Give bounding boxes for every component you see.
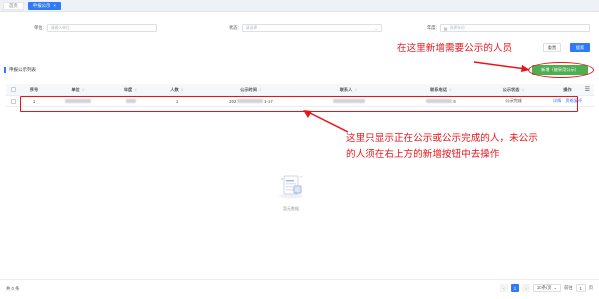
unit-field: 单位: 请输入单位 xyxy=(34,24,157,32)
search-button[interactable]: 搜索 xyxy=(570,43,590,52)
page: 首页 申报公示 × 单位: 请输入单位 状态: 请选择 ⌄ 年度: ▦ 选择年份… xyxy=(0,0,599,299)
goto-label: 前往 xyxy=(564,285,573,290)
year-picker[interactable]: ▦ 选择年份 xyxy=(439,24,590,32)
col-phone[interactable]: 联系电话 ⇕ xyxy=(396,84,486,95)
col-year[interactable]: 年度 ⇕ xyxy=(108,84,153,95)
search-label: 搜索 xyxy=(575,44,585,50)
col-time[interactable]: 公示时间 ⇕ xyxy=(201,84,301,95)
prev-page-icon[interactable]: ‹ xyxy=(499,284,508,292)
empty-state: 暂无数据 xyxy=(271,170,311,212)
annotation-arrow-icon xyxy=(473,61,530,72)
next-page-icon[interactable]: › xyxy=(521,284,530,292)
pager: ‹ 1 › 10条/页 ⌄ 前往 1 页 xyxy=(499,284,593,292)
tab-home[interactable]: 首页 xyxy=(3,1,24,10)
year-label: 年度: xyxy=(427,25,437,30)
column-settings-icon[interactable]: ☰ xyxy=(585,86,590,93)
title-accent xyxy=(4,67,6,73)
unit-placeholder: 请输入单位 xyxy=(50,25,70,30)
pagination-bar: 共 0 条 ‹ 1 › 10条/页 ⌄ 前往 1 页 xyxy=(0,279,599,299)
annotation-table-note-line1: 这里只显示正在公示或公示完成的人，未公示 xyxy=(346,133,538,144)
reset-label: 重置 xyxy=(547,44,557,50)
tab-bar: 首页 申报公示 × xyxy=(0,0,599,12)
tab-home-label: 首页 xyxy=(9,2,18,8)
unit-input[interactable]: 请输入单位 xyxy=(46,24,157,32)
reset-button[interactable]: 重置 xyxy=(543,43,561,52)
col-actions: 操作 ☰ xyxy=(563,86,590,94)
col-status[interactable]: 公示状态 ⇕ xyxy=(486,84,541,95)
status-placeholder: 请选择 xyxy=(245,25,258,30)
col-contact[interactable]: 联系人 ⇕ xyxy=(301,84,396,95)
close-icon[interactable]: × xyxy=(53,3,56,8)
page-size-value: 10条/页 xyxy=(536,285,552,290)
row-checkbox[interactable] xyxy=(6,96,20,106)
table-header: 序号 单位 ⇕ 年度 ⇕ 人数 ⇕ 公示时间 ⇕ 联系人 ⇕ 联系电话 ⇕ 公示状态 ⇕ 操作… xyxy=(6,84,594,96)
col-count[interactable]: 人数 ⇕ xyxy=(153,84,201,95)
calendar-icon: ▦ xyxy=(443,25,448,31)
goto-page-input[interactable]: 1 xyxy=(575,284,586,292)
year-field: 年度: ▦ 选择年份 xyxy=(427,24,590,32)
chevron-down-icon: ⌄ xyxy=(553,285,558,290)
empty-illustration-icon xyxy=(279,175,303,199)
unit-label: 单位: xyxy=(34,25,44,30)
year-placeholder: 选择年份 xyxy=(449,25,465,30)
list-title: 申报公示列表 xyxy=(4,67,36,73)
page-size-select[interactable]: 10条/页 ⌄ xyxy=(532,284,562,292)
tab-active-label: 申报公示 xyxy=(32,2,51,8)
total-count: 共 0 条 xyxy=(6,286,20,291)
annotation-add-note: 在这里新增需要公示的人员 xyxy=(397,43,513,54)
status-label: 状态: xyxy=(229,25,239,30)
col-unit[interactable]: 单位 ⇕ xyxy=(48,84,108,95)
annotation-table-note-line2: 的人须在右上方的新增按钮中去操作 xyxy=(346,149,500,160)
annotation-arrow-icon xyxy=(303,110,349,133)
status-select[interactable]: 请选择 ⌄ xyxy=(241,24,382,32)
page-1-button[interactable]: 1 xyxy=(510,284,519,292)
col-index: 序号 xyxy=(29,86,39,92)
empty-text: 暂无数据 xyxy=(283,206,299,211)
page-unit: 页 xyxy=(588,285,593,290)
row-highlight xyxy=(20,96,578,112)
status-field: 状态: 请选择 ⌄ xyxy=(229,24,382,32)
add-button-highlight xyxy=(528,62,594,78)
chevron-down-icon: ⌄ xyxy=(374,26,378,31)
list-title-text: 申报公示列表 xyxy=(9,67,36,72)
tab-declaration-publicity[interactable]: 申报公示 × xyxy=(27,1,61,10)
select-all-checkbox[interactable] xyxy=(6,84,20,95)
